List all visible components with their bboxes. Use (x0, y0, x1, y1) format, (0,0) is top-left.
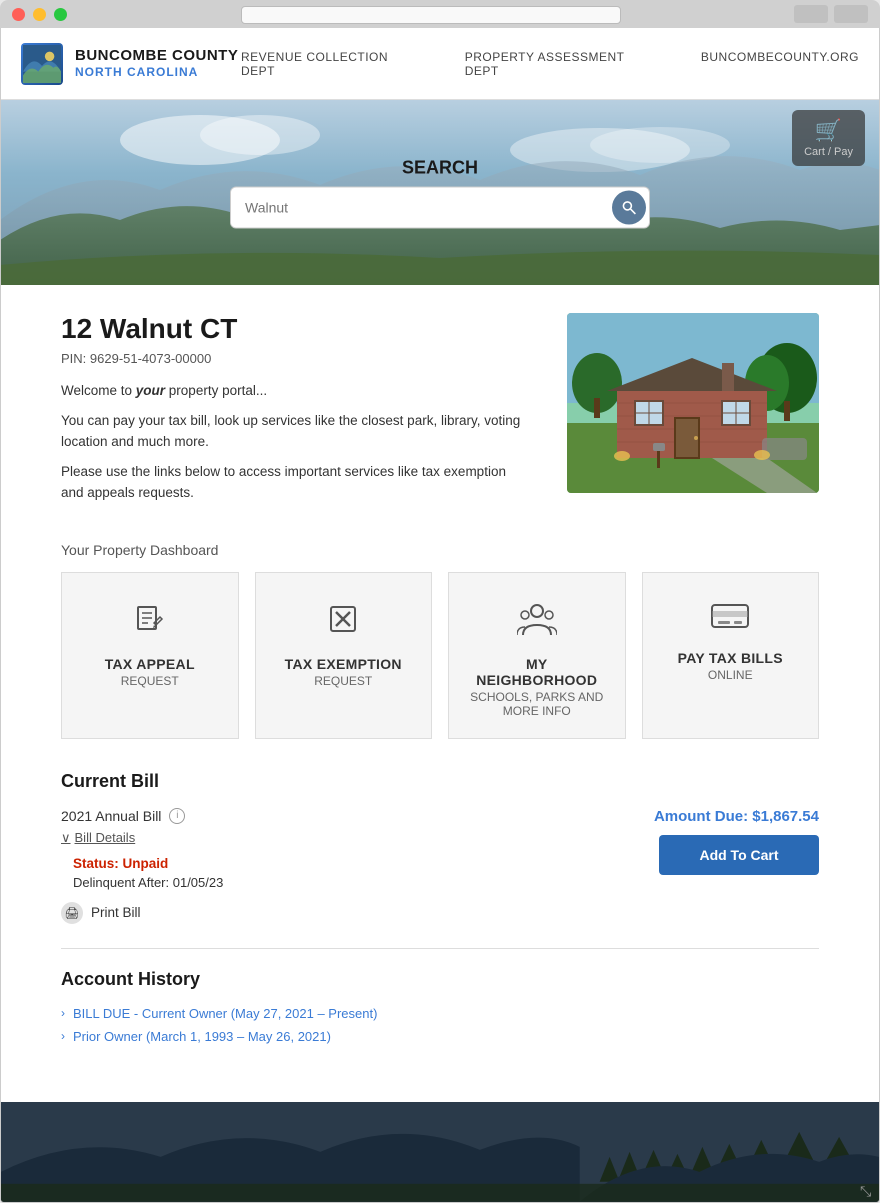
chevron-right-icon-2: › (61, 1029, 65, 1043)
dashboard-cards: TAX APPEAL REQUEST TAX EXEMPTION REQUEST (61, 572, 819, 739)
address-bar[interactable] (241, 6, 621, 24)
bill-year-label: 2021 Annual Bill (61, 808, 161, 824)
account-history-title: Account History (61, 969, 819, 990)
bill-info-icon[interactable]: i (169, 808, 185, 824)
search-input[interactable] (231, 189, 609, 225)
nav-revenue[interactable]: REVENUE COLLECTION DEPT (241, 50, 425, 78)
browser-content: BUNCOMBE COUNTY NORTH CAROLINA REVENUE C… (0, 28, 880, 1203)
logo-subtitle: NORTH CAROLINA (75, 65, 238, 79)
bill-details-toggle[interactable]: ∨ Bill Details (61, 830, 619, 846)
history-label-prior: Prior Owner (March 1, 1993 – May 26, 202… (73, 1029, 331, 1044)
search-icon (621, 199, 637, 215)
top-nav: BUNCOMBE COUNTY NORTH CAROLINA REVENUE C… (1, 28, 879, 100)
property-image (567, 313, 819, 493)
property-desc-1: Welcome to your property portal... (61, 380, 527, 402)
neighborhood-card[interactable]: MY NEIGHBORHOOD SCHOOLS, PARKS AND MORE … (448, 572, 626, 739)
neighborhood-subtitle: SCHOOLS, PARKS AND MORE INFO (465, 690, 609, 718)
footer-mountain-svg (1, 1102, 879, 1202)
window-maximize-btn[interactable] (54, 8, 67, 21)
property-desc-2: You can pay your tax bill, look up servi… (61, 410, 527, 453)
nav-website[interactable]: BUNCOMBECOUNTY.ORG (701, 50, 859, 78)
divider (61, 948, 819, 949)
bill-details-label: Bill Details (75, 830, 136, 845)
property-pin: PIN: 9629-51-4073-00000 (61, 351, 527, 366)
history-item-prior[interactable]: › Prior Owner (March 1, 1993 – May 26, 2… (61, 1029, 819, 1044)
edit-icon (132, 601, 168, 637)
window-btn-1[interactable] (794, 5, 828, 23)
cart-label: Cart / Pay (804, 146, 853, 158)
pay-tax-bills-card[interactable]: PAY TAX BILLS ONLINE (642, 572, 820, 739)
credit-card-icon (710, 601, 750, 631)
dashboard-label: Your Property Dashboard (61, 542, 819, 558)
pay-bills-icon (710, 601, 750, 638)
print-icon: 🖨 (61, 902, 83, 924)
bill-right: Amount Due: $1,867.54 Add To Cart (619, 808, 819, 875)
window-minimize-btn[interactable] (33, 8, 46, 21)
logo-area: BUNCOMBE COUNTY NORTH CAROLINA (21, 43, 241, 85)
pay-bills-title: PAY TAX BILLS (678, 650, 783, 666)
bill-section-title: Current Bill (61, 771, 819, 792)
tax-appeal-subtitle: REQUEST (121, 674, 179, 688)
property-desc-3: Please use the links below to access imp… (61, 461, 527, 504)
nav-property[interactable]: PROPERTY ASSESSMENT DEPT (465, 50, 661, 78)
county-logo-icon (21, 43, 63, 85)
window-btn-2[interactable] (834, 5, 868, 23)
cart-icon: 🛒 (804, 118, 853, 144)
search-input-row (230, 186, 650, 228)
chevron-right-icon-1: › (61, 1006, 65, 1020)
logo-svg (23, 45, 61, 83)
tax-exemption-icon (325, 601, 361, 644)
bill-status: Status: Unpaid (73, 856, 619, 871)
property-info: 12 Walnut CT PIN: 9629-51-4073-00000 Wel… (61, 313, 527, 512)
property-image-svg (567, 313, 819, 493)
address-bar-area (75, 5, 786, 24)
tax-exemption-subtitle: REQUEST (314, 674, 372, 688)
amount-due: Amount Due: $1,867.54 (619, 808, 819, 825)
current-bill-section: Current Bill 2021 Annual Bill i ∨ Bill D… (61, 771, 819, 924)
people-icon (517, 601, 557, 637)
bill-left: 2021 Annual Bill i ∨ Bill Details Status… (61, 808, 619, 890)
neighborhood-icon (517, 601, 557, 644)
logo-text: BUNCOMBE COUNTY NORTH CAROLINA (75, 47, 238, 79)
tax-exemption-title: TAX EXEMPTION (285, 656, 402, 672)
tax-appeal-icon (132, 601, 168, 644)
resize-handle[interactable]: ⤡ (860, 1183, 874, 1197)
add-to-cart-button[interactable]: Add To Cart (659, 835, 819, 875)
print-bill-label: Print Bill (91, 905, 141, 920)
nav-links: REVENUE COLLECTION DEPT PROPERTY ASSESSM… (241, 50, 859, 78)
hero-banner: 🛒 Cart / Pay SEARCH (1, 100, 879, 285)
search-box-area: SEARCH (230, 157, 650, 228)
print-bill-row[interactable]: 🖨 Print Bill (61, 902, 819, 924)
property-title: 12 Walnut CT (61, 313, 527, 345)
your-emphasis: your (136, 383, 165, 398)
history-label-current: BILL DUE - Current Owner (May 27, 2021 –… (73, 1006, 377, 1021)
account-history-section: Account History › BILL DUE - Current Own… (61, 969, 819, 1044)
tax-appeal-card[interactable]: TAX APPEAL REQUEST (61, 572, 239, 739)
page-wrapper: BUNCOMBE COUNTY NORTH CAROLINA REVENUE C… (0, 0, 880, 1203)
tax-exemption-card[interactable]: TAX EXEMPTION REQUEST (255, 572, 433, 739)
window-close-btn[interactable] (12, 8, 25, 21)
neighborhood-title: MY NEIGHBORHOOD (465, 656, 609, 688)
window-chrome (0, 0, 880, 28)
search-label: SEARCH (230, 157, 650, 178)
logo-title: BUNCOMBE COUNTY (75, 47, 238, 65)
pay-bills-subtitle: ONLINE (708, 668, 753, 682)
exemption-icon (325, 601, 361, 637)
cart-button[interactable]: 🛒 Cart / Pay (792, 110, 865, 166)
bill-row: 2021 Annual Bill i ∨ Bill Details Status… (61, 808, 819, 890)
tax-appeal-title: TAX APPEAL (105, 656, 195, 672)
property-header: 12 Walnut CT PIN: 9629-51-4073-00000 Wel… (61, 313, 819, 512)
main-content: 12 Walnut CT PIN: 9629-51-4073-00000 Wel… (1, 285, 879, 1102)
bill-year-row: 2021 Annual Bill i (61, 808, 619, 824)
history-item-current[interactable]: › BILL DUE - Current Owner (May 27, 2021… (61, 1006, 819, 1021)
search-button[interactable] (612, 190, 646, 224)
footer-mountain (1, 1102, 879, 1202)
bill-delinquent: Delinquent After: 01/05/23 (73, 875, 619, 890)
chevron-down-icon: ∨ (61, 830, 71, 846)
